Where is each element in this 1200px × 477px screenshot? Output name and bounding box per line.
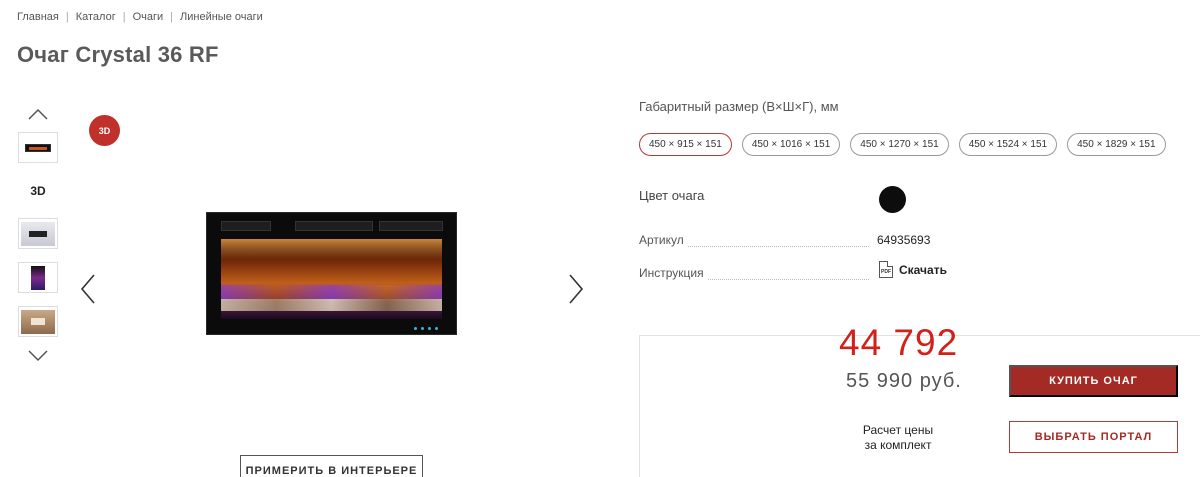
thumbnail-interior-warm[interactable] — [18, 306, 58, 337]
interior-thumbnail-image — [21, 221, 55, 246]
chevron-left-icon[interactable] — [80, 274, 96, 304]
size-label: Габаритный размер (В×Ш×Г), мм — [639, 99, 839, 114]
size-options: 450 × 915 × 151 450 × 1016 × 151 450 × 1… — [639, 133, 1166, 156]
chevron-down-icon[interactable] — [28, 350, 48, 364]
fireplace-vent — [295, 221, 373, 231]
calc-line-1: Расчет цены — [862, 423, 934, 437]
breadcrumb-separator: | — [170, 11, 174, 23]
fireplace-vent — [221, 221, 271, 231]
try-in-interior-button[interactable]: ПРИМЕРИТЬ В ИНТЕРЬЕРЕ — [240, 455, 423, 477]
size-option-1016[interactable]: 450 × 1016 × 151 — [741, 133, 841, 156]
download-manual-link[interactable]: PDF Скачать — [879, 261, 947, 278]
fireplace-thumbnail-image — [25, 143, 51, 152]
breadcrumb-linear-fireplaces[interactable]: Линейные очаги — [180, 11, 263, 23]
breadcrumb: Главная | Каталог | Очаги | Линейные оча… — [17, 11, 263, 23]
3d-view-badge-icon[interactable]: 3D — [89, 115, 120, 146]
fireplace-logs — [221, 299, 442, 311]
article-row: Артикул 64935693 — [639, 233, 959, 251]
breadcrumb-separator: | — [65, 11, 69, 23]
choose-portal-button[interactable]: ВЫБРАТЬ ПОРТАЛ — [1009, 421, 1178, 453]
control-leds — [414, 327, 438, 330]
fireplace-flame-screen — [221, 239, 442, 319]
article-label: Артикул — [639, 233, 688, 247]
size-option-1270[interactable]: 450 × 1270 × 151 — [850, 133, 949, 156]
thumbnail-fireplace[interactable] — [18, 132, 58, 163]
chevron-right-icon[interactable] — [568, 274, 584, 304]
buy-fireplace-button[interactable]: КУПИТЬ ОЧАГ — [1009, 365, 1178, 397]
size-option-1829[interactable]: 450 × 1829 × 151 — [1067, 133, 1166, 156]
breadcrumb-fireplaces[interactable]: Очаги — [133, 11, 164, 23]
fireplace-vent — [379, 221, 443, 231]
download-label: Скачать — [899, 262, 947, 277]
calc-line-2: за комплект — [864, 438, 932, 452]
thumbnail-3d[interactable]: 3D — [18, 175, 58, 206]
sale-price: 44 792 — [839, 322, 959, 363]
thumbnail-interior-light[interactable] — [18, 218, 58, 249]
product-image-fireplace — [206, 212, 457, 335]
chevron-up-icon[interactable] — [28, 108, 48, 122]
flame-glow — [221, 239, 442, 259]
3d-rotate-icon: 3D — [30, 183, 46, 198]
page-title: Очаг Crystal 36 RF — [17, 42, 219, 67]
thumbnail-flame-closeup[interactable] — [18, 262, 58, 293]
pdf-icon: PDF — [879, 261, 893, 278]
set-price-calculation[interactable]: Расчет цены за комплект — [848, 423, 948, 453]
interior-thumbnail-image — [21, 309, 55, 334]
old-price: 55 990 руб. — [846, 370, 962, 392]
size-option-1524[interactable]: 450 × 1524 × 151 — [958, 133, 1058, 156]
size-option-915[interactable]: 450 × 915 × 151 — [639, 133, 732, 156]
breadcrumb-home[interactable]: Главная — [17, 11, 59, 23]
manual-label: Инструкция — [639, 266, 708, 280]
color-swatch-black[interactable] — [879, 186, 906, 213]
article-value: 64935693 — [877, 233, 931, 247]
flame-thumbnail-image — [31, 265, 45, 290]
color-label: Цвет очага — [639, 188, 705, 203]
breadcrumb-separator: | — [122, 11, 126, 23]
breadcrumb-catalog[interactable]: Каталог — [76, 11, 116, 23]
